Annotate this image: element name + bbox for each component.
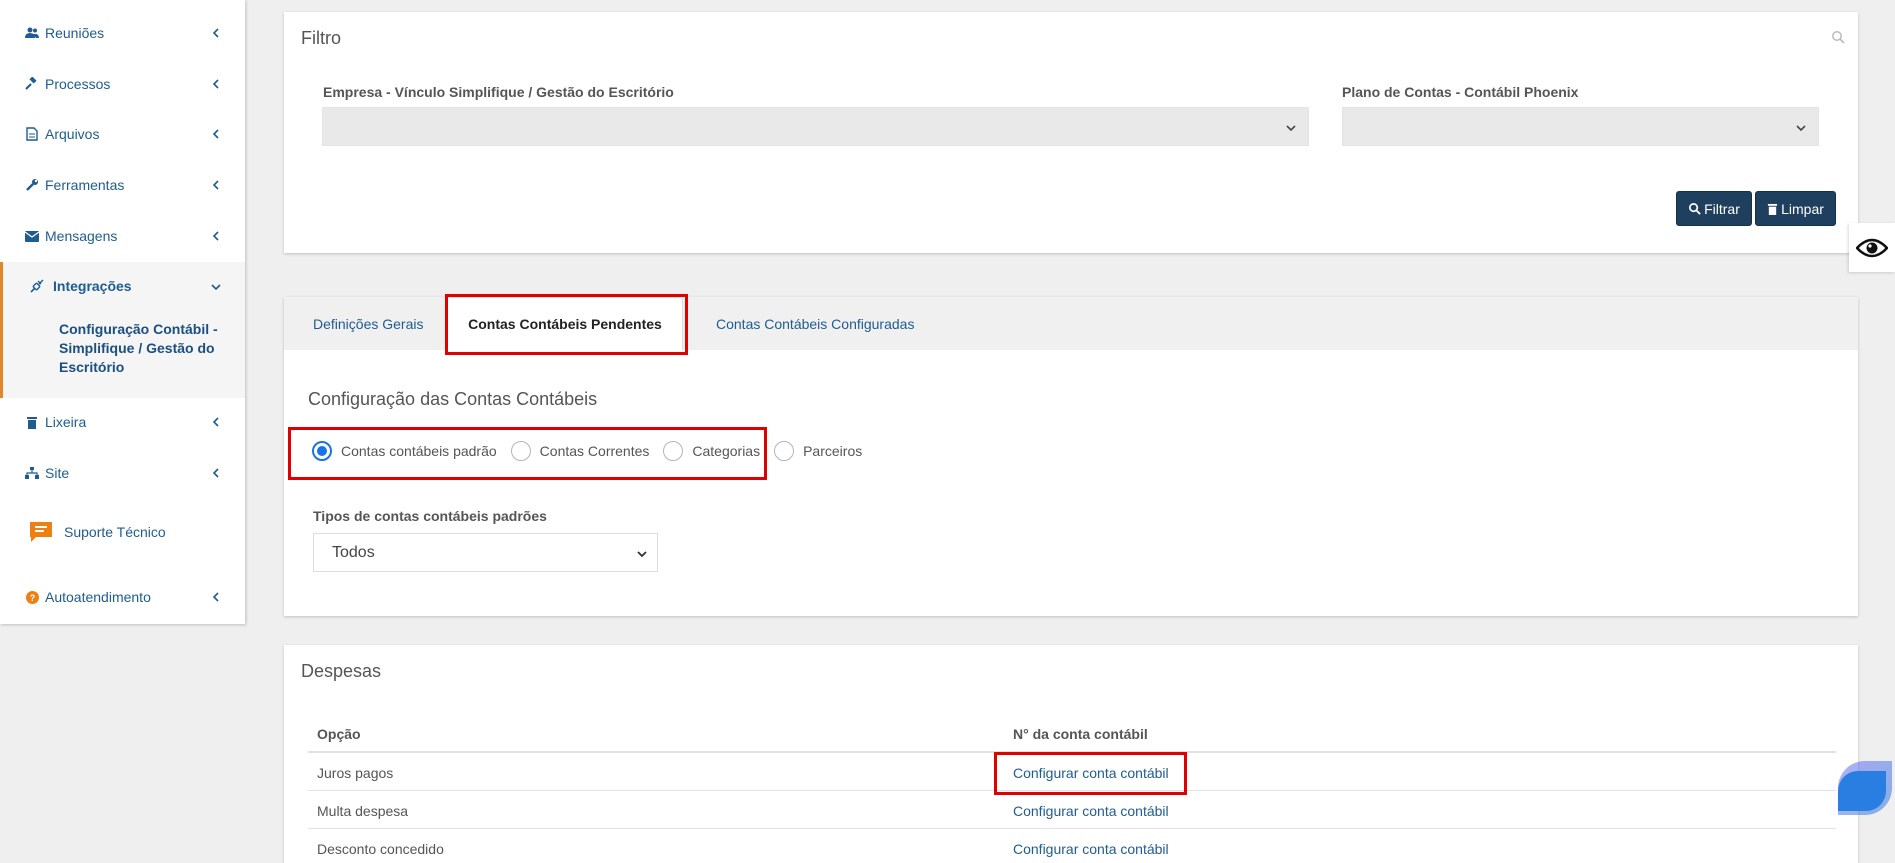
plano-select[interactable] — [1342, 107, 1819, 146]
search-icon — [1689, 203, 1701, 215]
sidebar-item-integracoes[interactable]: Integrações Configuração Contábil - Simp… — [0, 262, 245, 398]
chat-bubble-icon — [30, 522, 52, 542]
sidebar-item-ferramentas[interactable]: Ferramentas — [0, 165, 245, 205]
chevron-down-icon — [1796, 125, 1806, 132]
question-circle-icon: ? — [25, 590, 39, 604]
highlight-box — [288, 427, 767, 480]
chevron-down-icon — [637, 551, 647, 558]
sidebar-item-label: Processos — [45, 76, 111, 92]
despesas-panel: Despesas Opção N° da conta contábil Juro… — [284, 645, 1858, 863]
sitemap-icon — [25, 466, 39, 480]
filter-title: Filtro — [301, 28, 341, 48]
radio-parceiros[interactable] — [774, 441, 795, 461]
config-title: Configuração das Contas Contábeis — [308, 389, 598, 409]
chat-widget-icon[interactable] — [1838, 761, 1892, 815]
filtrar-button[interactable]: Filtrar — [1676, 191, 1752, 226]
highlight-box — [994, 752, 1187, 795]
filter-panel: Filtro Empresa - Vínculo Simplifique / G… — [284, 12, 1858, 253]
sidebar-item-label: Arquivos — [45, 126, 100, 142]
sidebar-item-site[interactable]: Site — [0, 453, 245, 493]
svg-text:?: ? — [29, 593, 35, 603]
account-type-select[interactable]: Todos — [313, 533, 658, 572]
support-label: Suporte Técnico — [64, 524, 166, 540]
configurar-conta-link[interactable]: Configurar conta contábil — [1013, 803, 1169, 819]
trash-icon — [25, 415, 39, 429]
sidebar-item-mensagens[interactable]: Mensagens — [0, 216, 245, 256]
chevron-left-icon — [212, 417, 219, 427]
integracoes-header[interactable]: Integrações — [29, 278, 132, 294]
plug-icon — [29, 278, 45, 294]
type-select-value: Todos — [332, 543, 375, 561]
column-header-opcao: Opção — [317, 726, 361, 742]
limpar-label: Limpar — [1781, 200, 1824, 217]
radio-label: Parceiros — [803, 443, 863, 459]
trash-icon — [1768, 203, 1778, 215]
gavel-icon — [25, 77, 39, 91]
chevron-left-icon — [212, 180, 219, 190]
envelope-icon — [25, 229, 39, 243]
plano-label: Plano de Contas - Contábil Phoenix — [1342, 84, 1579, 100]
sidebar-item-label: Reuniões — [45, 25, 105, 41]
chevron-left-icon — [212, 28, 219, 38]
chevron-left-icon — [212, 79, 219, 89]
sidebar-item-reunioes[interactable]: Reuniões — [0, 13, 245, 53]
sidebar-item-lixeira[interactable]: Lixeira — [0, 402, 245, 442]
limpar-button[interactable]: Limpar — [1755, 191, 1836, 226]
visibility-toggle[interactable] — [1849, 223, 1895, 272]
table-row: Multa despesa Configurar conta contábil — [308, 791, 1836, 829]
despesas-title: Despesas — [301, 661, 382, 681]
table-row: Desconto concedido Configurar conta cont… — [308, 829, 1836, 863]
filtrar-label: Filtrar — [1704, 200, 1740, 217]
row-option: Juros pagos — [317, 765, 394, 781]
chevron-left-icon — [212, 592, 219, 602]
chevron-left-icon — [212, 468, 219, 478]
table-header: Opção N° da conta contábil — [308, 715, 1836, 753]
chevron-down-icon — [211, 284, 221, 291]
sidebar-item-label: Mensagens — [45, 228, 118, 244]
row-option: Multa despesa — [317, 803, 409, 819]
sidebar-item-label: Ferramentas — [45, 177, 125, 193]
empresa-label: Empresa - Vínculo Simplifique / Gestão d… — [323, 84, 674, 100]
sidebar-item-label: Lixeira — [45, 414, 87, 430]
empresa-select[interactable] — [322, 107, 1309, 146]
sidebar-item-suporte-tecnico[interactable]: Suporte Técnico — [28, 520, 166, 544]
file-icon — [25, 127, 39, 141]
wrench-icon — [25, 178, 39, 192]
row-option: Desconto concedido — [317, 841, 444, 857]
sidebar: Reuniões Processos Arquivos Ferramentas … — [0, 0, 245, 624]
tab-definicoes-gerais[interactable]: Definições Gerais — [313, 297, 424, 350]
config-panel: Definições Gerais Contas Contábeis Pende… — [284, 294, 1858, 616]
sidebar-item-arquivos[interactable]: Arquivos — [0, 114, 245, 154]
sidebar-item-label: Site — [45, 465, 70, 481]
type-label: Tipos de contas contábeis padrões — [313, 508, 547, 524]
chevron-down-icon — [1286, 125, 1296, 132]
sidebar-item-processos[interactable]: Processos — [0, 64, 245, 104]
column-header-conta: N° da conta contábil — [1013, 726, 1148, 742]
users-icon — [25, 26, 39, 40]
configurar-conta-link[interactable]: Configurar conta contábil — [1013, 841, 1169, 857]
eye-icon — [1856, 238, 1888, 257]
sidebar-subitem-configuracao-contabil[interactable]: Configuração Contábil - Simplifique / Ge… — [59, 320, 229, 377]
tab-contas-configuradas[interactable]: Contas Contábeis Configuradas — [716, 297, 914, 350]
integracoes-label: Integrações — [53, 278, 132, 294]
highlight-box — [445, 294, 688, 355]
sidebar-item-autoatendimento[interactable]: ? Autoatendimento — [0, 577, 245, 617]
search-icon[interactable] — [1831, 30, 1845, 44]
chevron-left-icon — [212, 231, 219, 241]
sidebar-item-label: Autoatendimento — [45, 589, 151, 605]
chevron-left-icon — [212, 129, 219, 139]
